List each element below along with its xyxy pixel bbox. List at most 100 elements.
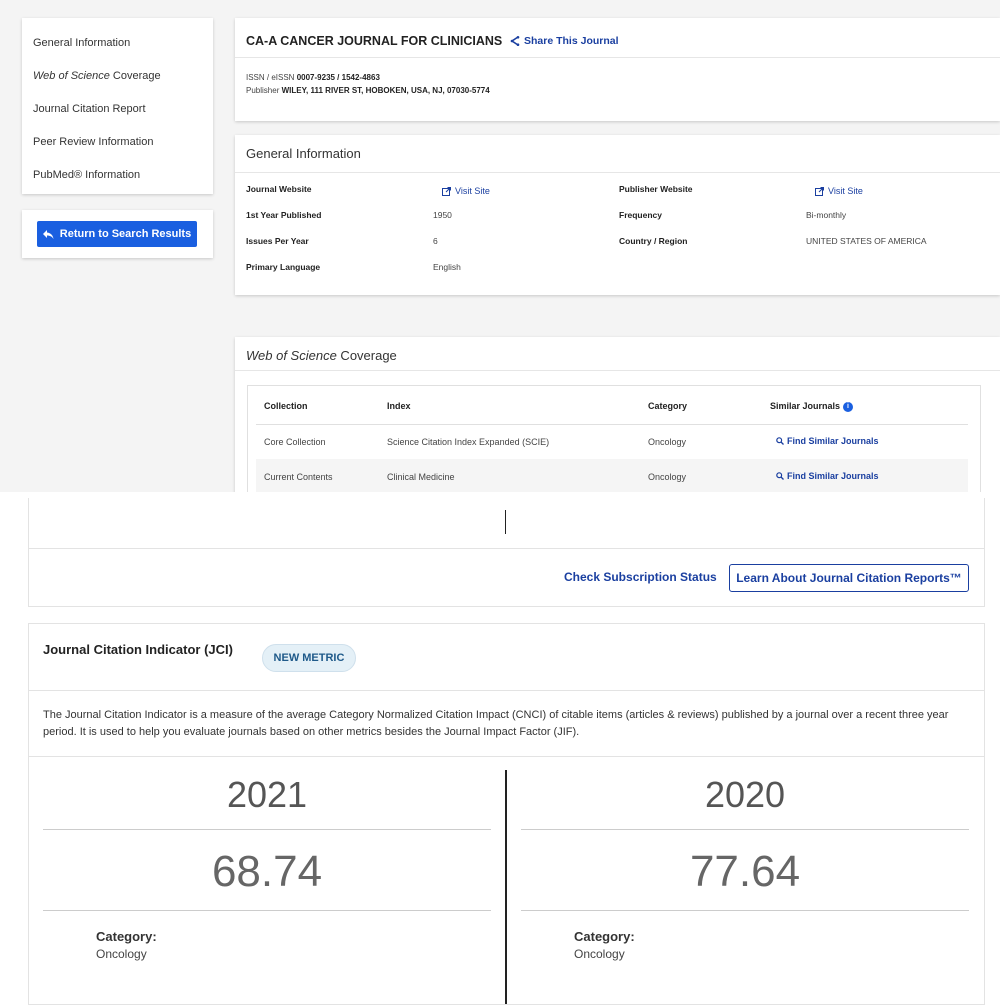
row2-category: Oncology — [648, 472, 687, 482]
jci-category-value: Oncology — [96, 947, 147, 961]
divider — [235, 57, 1000, 58]
publisher-line: Publisher WILEY, 111 RIVER ST, HOBOKEN, … — [246, 86, 490, 95]
jci-value-2020: 77.64 — [689, 847, 801, 896]
publisher-website-label: Publisher Website — [619, 184, 693, 194]
frequency-value: Bi-monthly — [806, 210, 847, 220]
divider — [43, 910, 491, 911]
find-similar-journals-link[interactable]: Find Similar Journals — [776, 471, 879, 481]
jci-panel: Journal Citation Indicator (JCI) NEW MET… — [28, 623, 985, 1005]
header-category: Category — [648, 401, 688, 411]
find-similar-label: Find Similar Journals — [787, 436, 879, 446]
publisher-value: WILEY, 111 RIVER ST, HOBOKEN, USA, NJ, 0… — [281, 86, 490, 95]
sidebar-item-general-information[interactable]: General Information — [22, 32, 130, 65]
wos-coverage-title: Web of Science Coverage — [246, 348, 397, 363]
sidebar-item-label: Peer Review Information — [33, 136, 154, 148]
primary-language-value: English — [433, 262, 461, 272]
reply-arrow-icon — [42, 229, 54, 239]
find-similar-label: Find Similar Journals — [787, 471, 879, 481]
column-divider — [505, 510, 506, 534]
country-value: UNITED STATES OF AMERICA — [806, 236, 927, 246]
wos-title-italic: Web of Science — [246, 348, 337, 363]
search-icon — [776, 472, 784, 480]
jci-title: Journal Citation Indicator (JCI) — [43, 642, 233, 657]
row1-index: Science Citation Index Expanded (SCIE) — [387, 437, 550, 447]
jcr-actions-panel: Check Subscription Status Learn About Jo… — [28, 498, 985, 607]
issn-line: ISSN / eISSN 0007-9235 / 1542-4863 — [246, 73, 380, 82]
jci-category-label: Category: — [96, 929, 157, 944]
journal-visit-site-link[interactable]: Visit Site — [442, 186, 490, 196]
visit-site-label: Visit Site — [828, 186, 863, 196]
sidebar-item-journal-citation-report[interactable]: Journal Citation Report — [22, 98, 146, 131]
journal-header-card: CA-A CANCER JOURNAL FOR CLINICIANS Share… — [235, 18, 1000, 121]
sidebar-item-wos-coverage[interactable]: Web of Science Coverage — [22, 65, 161, 98]
frequency-label: Frequency — [619, 210, 662, 220]
sidebar-item-peer-review[interactable]: Peer Review Information — [22, 131, 153, 164]
journal-info-panel: General Information Web of Science Cover… — [0, 0, 1000, 495]
wos-coverage-card: Web of Science Coverage Collection Index… — [235, 337, 1000, 495]
sidebar-item-label: Coverage — [109, 70, 161, 82]
new-metric-badge: NEW METRIC — [262, 644, 356, 672]
learn-jcr-button[interactable]: Learn About Journal Citation Reports™ — [729, 564, 969, 592]
divider — [521, 829, 969, 830]
jci-value-2021: 68.74 — [211, 847, 323, 896]
issn-label: ISSN / eISSN — [246, 73, 295, 82]
return-to-search-button[interactable]: Return to Search Results — [37, 221, 197, 247]
row1-collection: Core Collection — [264, 437, 326, 447]
divider — [29, 690, 984, 691]
country-label: Country / Region — [619, 236, 688, 246]
header-similar-label: Similar Journals — [770, 401, 841, 411]
divider — [235, 172, 1000, 173]
check-subscription-link[interactable]: Check Subscription Status — [564, 570, 717, 584]
journal-website-label: Journal Website — [246, 184, 312, 194]
jci-description: The Journal Citation Indicator is a meas… — [43, 709, 949, 738]
row1-category: Oncology — [648, 437, 687, 447]
jci-year-2020: 2020 — [704, 774, 786, 815]
search-icon — [776, 437, 784, 445]
jci-year-2021: 2021 — [226, 774, 308, 815]
issues-per-year-label: Issues Per Year — [246, 236, 309, 246]
sidebar-item-label: PubMed® Information — [33, 169, 141, 181]
wos-title-rest: Coverage — [336, 348, 397, 363]
divider — [235, 370, 1000, 371]
divider — [29, 548, 984, 549]
publisher-visit-site-link[interactable]: Visit Site — [815, 186, 863, 196]
share-label: Share This Journal — [524, 35, 619, 47]
first-year-value: 1950 — [433, 210, 452, 220]
external-link-icon — [815, 186, 824, 196]
row2-collection: Current Contents — [264, 472, 333, 482]
sidebar-item-pubmed[interactable]: PubMed® Information — [22, 164, 140, 197]
general-information-title: General Information — [246, 146, 361, 161]
sidebar-nav: General Information Web of Science Cover… — [22, 18, 213, 194]
journal-title: CA-A CANCER JOURNAL FOR CLINICIANS — [246, 34, 503, 48]
jci-category-label: Category: — [574, 929, 635, 944]
row2-index: Clinical Medicine — [387, 472, 455, 482]
publisher-label: Publisher — [246, 86, 280, 95]
sidebar-item-label-italic: Web of Science — [33, 70, 110, 82]
sidebar-item-label: General Information — [33, 37, 131, 49]
first-year-label: 1st Year Published — [246, 210, 322, 220]
return-button-label: Return to Search Results — [59, 228, 192, 240]
header-collection: Collection — [264, 401, 308, 411]
share-journal-link[interactable]: Share This Journal — [510, 35, 619, 47]
header-similar-journals: Similar Journals i — [770, 401, 854, 412]
primary-language-label: Primary Language — [246, 262, 321, 272]
header-index: Index — [387, 401, 411, 411]
row-divider — [256, 424, 968, 425]
coverage-table: Collection Index Category Similar Journa… — [247, 385, 981, 495]
jci-category-value: Oncology — [574, 947, 625, 961]
divider — [521, 910, 969, 911]
issues-per-year-value: 6 — [433, 236, 438, 246]
general-information-card: General Information Journal Website Visi… — [235, 135, 1000, 295]
external-link-icon — [442, 186, 451, 196]
divider — [29, 756, 984, 757]
visit-site-label: Visit Site — [455, 186, 490, 196]
share-icon — [510, 36, 520, 46]
find-similar-journals-link[interactable]: Find Similar Journals — [776, 436, 879, 446]
info-icon[interactable]: i — [843, 402, 854, 412]
screenshot-separator — [0, 492, 1000, 496]
divider — [43, 829, 491, 830]
return-card: Return to Search Results — [22, 210, 213, 258]
issn-value: 0007-9235 / 1542-4863 — [296, 73, 380, 82]
column-divider — [505, 770, 507, 1004]
sidebar-item-label: Journal Citation Report — [33, 103, 146, 115]
